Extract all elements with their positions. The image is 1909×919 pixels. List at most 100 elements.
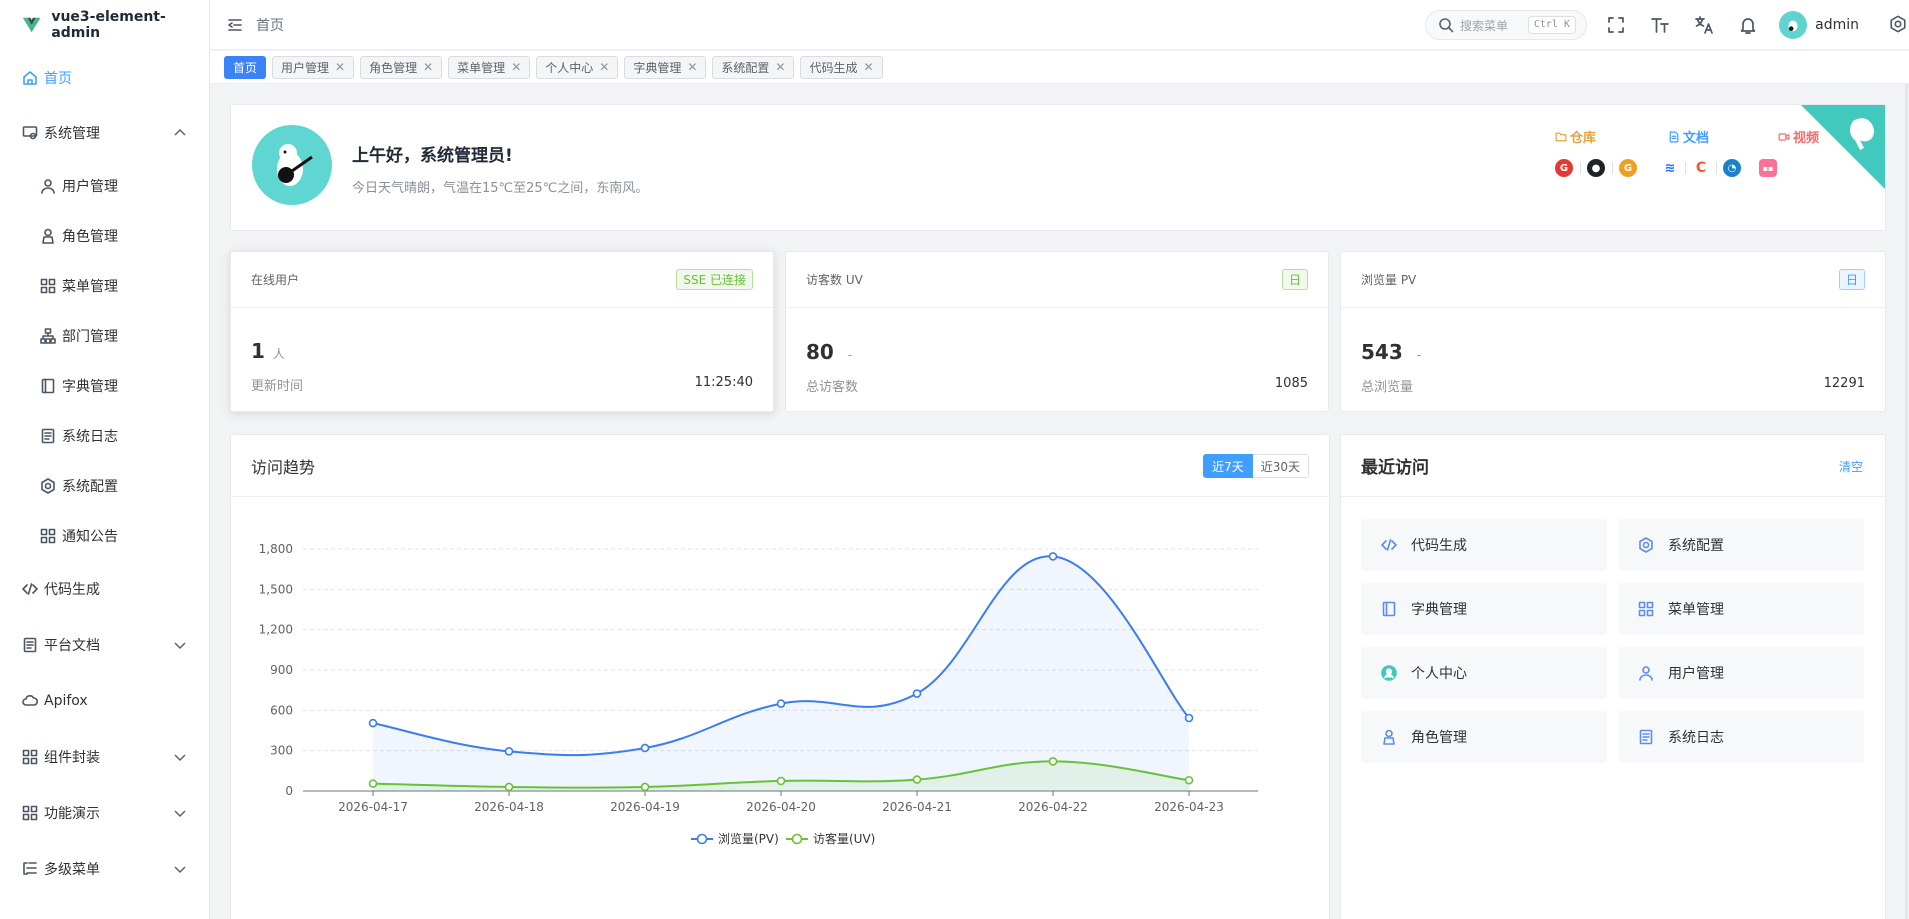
font-size-icon[interactable] (1650, 15, 1670, 35)
welcome-card: 上午好，系统管理员! 今日天气晴朗，气温在15℃至25℃之间，东南风。 仓库 文… (230, 104, 1886, 231)
recent-item-menus[interactable]: 菜单管理 (1618, 583, 1864, 635)
card-title: 访问趋势 (251, 457, 316, 477)
recent-item-profile[interactable]: 个人中心 (1361, 647, 1607, 699)
close-icon[interactable]: ✕ (511, 60, 521, 74)
search-box[interactable]: 搜索菜单 Ctrl K (1425, 10, 1587, 40)
data-point (504, 747, 514, 756)
sidebar-item-notice[interactable]: 通知公告 (0, 511, 209, 561)
fullscreen-icon[interactable] (1606, 15, 1626, 35)
sidebar-item-dict[interactable]: 字典管理 (0, 361, 209, 411)
repo-link[interactable]: 仓库 (1555, 127, 1596, 146)
recent-item-config[interactable]: 系统配置 (1618, 519, 1864, 571)
sidebar-item-multilevel[interactable]: 多级菜单 (0, 841, 209, 897)
tag-label: 字典管理 (633, 60, 682, 75)
sidebar-item-logs[interactable]: 系统日志 (0, 411, 209, 461)
legend-marker (696, 833, 708, 845)
greeting: 上午好，系统管理员! (352, 146, 513, 166)
csdn-icon[interactable]: C (1692, 159, 1710, 177)
sidebar-item-system[interactable]: 系统管理 (0, 105, 209, 161)
bell-icon[interactable] (1738, 15, 1758, 35)
code-icon (1381, 537, 1397, 553)
tag-profile[interactable]: 个人中心 ✕ (536, 55, 619, 79)
sidebar-item-apifox[interactable]: Apifox (0, 673, 209, 729)
recent-item-roles[interactable]: 角色管理 (1361, 711, 1607, 763)
close-icon[interactable]: ✕ (599, 60, 609, 74)
gitcode-icon[interactable]: G (1619, 159, 1637, 177)
x-tick-label: 2026-04-17 (338, 800, 408, 814)
scrollbar[interactable] (1905, 84, 1908, 919)
tag-dict[interactable]: 字典管理 ✕ (624, 55, 707, 79)
topbar: 首页 搜索菜单 Ctrl K admin (210, 0, 1909, 50)
sidebar-item-roles[interactable]: 角色管理 (0, 211, 209, 261)
github-icon[interactable]: ● (1587, 159, 1605, 177)
close-icon[interactable]: ✕ (335, 60, 345, 74)
dict-icon (1381, 601, 1397, 617)
tags-view: 首页 用户管理 ✕ 角色管理 ✕ 菜单管理 ✕ 个人中心 ✕ 字典管理 ✕ 系统配置 ✕ 代… (210, 51, 1909, 84)
tag-roles[interactable]: 角色管理 ✕ (360, 55, 443, 79)
app-logo[interactable]: vue3-element-admin (0, 0, 209, 50)
series-area (373, 556, 1189, 791)
sidebar-item-components[interactable]: 组件封装 (0, 729, 209, 785)
close-icon[interactable]: ✕ (423, 60, 433, 74)
close-icon[interactable]: ✕ (775, 60, 785, 74)
tag-users[interactable]: 用户管理 ✕ (272, 55, 355, 79)
sidebar-item-demo[interactable]: 功能演示 (0, 785, 209, 841)
sidebar-item-docs[interactable]: 平台文档 (0, 617, 209, 673)
bilibili-icon[interactable]: ▪▪ (1759, 159, 1777, 177)
recent-item-users[interactable]: 用户管理 (1618, 647, 1864, 699)
docs-link[interactable]: 文档 (1668, 127, 1709, 146)
sidebar-item-users[interactable]: 用户管理 (0, 161, 209, 211)
recent-item-label: 角色管理 (1411, 730, 1467, 746)
close-icon[interactable]: ✕ (687, 60, 697, 74)
breadcrumb[interactable]: 首页 (256, 15, 284, 35)
recent-item-dict[interactable]: 字典管理 (1361, 583, 1607, 635)
recent-item-logs[interactable]: 系统日志 (1618, 711, 1864, 763)
language-icon[interactable] (1694, 15, 1714, 35)
tag-codegen[interactable]: 代码生成 ✕ (800, 55, 883, 79)
clear-button[interactable]: 清空 (1839, 458, 1863, 475)
user-icon (40, 178, 56, 194)
sidebar-item-label: 部门管理 (62, 329, 118, 345)
search-icon (1438, 17, 1454, 33)
data-point (1048, 552, 1058, 561)
tag-home[interactable]: 首页 (224, 55, 267, 79)
app-title: vue3-element-admin (51, 9, 166, 41)
range-30-days-button[interactable]: 近30天 (1252, 454, 1309, 478)
component-icon (22, 749, 38, 765)
user-menu[interactable]: admin (1779, 11, 1859, 39)
sidebar-item-home[interactable]: 首页 (0, 50, 209, 105)
profile-icon (1381, 665, 1397, 681)
vue-logo-icon (22, 17, 41, 33)
role-icon (1381, 729, 1397, 745)
cnblogs-icon[interactable]: ◔ (1723, 159, 1741, 177)
github-corner-icon[interactable] (1801, 105, 1885, 189)
juejin-icon[interactable]: ≋ (1661, 159, 1679, 177)
y-tick-label: 900 (270, 663, 293, 677)
period-badge: 日 (1838, 269, 1865, 290)
y-tick-label: 300 (270, 744, 293, 758)
close-icon[interactable]: ✕ (864, 60, 874, 74)
sidebar-item-label: 首页 (44, 70, 72, 87)
data-point (912, 775, 922, 784)
collapse-menu-icon[interactable] (226, 16, 244, 34)
range-7-days-button[interactable]: 近7天 (1203, 454, 1253, 478)
recent-item-codegen[interactable]: 代码生成 (1361, 519, 1607, 571)
sidebar-item-label: 系统日志 (62, 429, 118, 445)
x-tick-label: 2026-04-22 (1018, 800, 1088, 814)
log-icon (1638, 729, 1654, 745)
sidebar-item-label: 组件封装 (44, 750, 100, 766)
system-icon (22, 125, 38, 141)
stat-unit: 人 (272, 347, 285, 361)
multilevel-icon (22, 861, 38, 877)
gear-icon[interactable] (1889, 15, 1907, 33)
tag-config[interactable]: 系统配置 ✕ (712, 55, 795, 79)
sidebar-item-depts[interactable]: 部门管理 (0, 311, 209, 361)
recent-item-label: 字典管理 (1411, 602, 1467, 618)
gitee-icon[interactable]: G (1555, 159, 1573, 177)
sidebar-item-config[interactable]: 系统配置 (0, 461, 209, 511)
sidebar-item-codegen[interactable]: 代码生成 (0, 561, 209, 617)
data-point (504, 782, 514, 792)
weather-text: 今日天气晴朗，气温在15℃至25℃之间，东南风。 (352, 181, 649, 196)
tag-menus[interactable]: 菜单管理 ✕ (448, 55, 531, 79)
sidebar-item-menus[interactable]: 菜单管理 (0, 261, 209, 311)
